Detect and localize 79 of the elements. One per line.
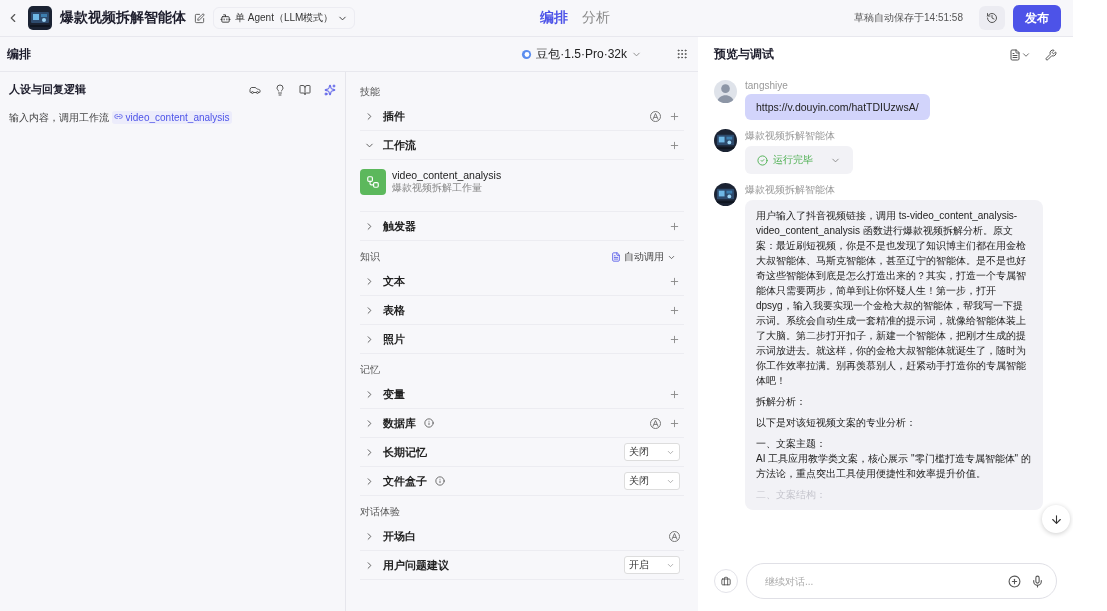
user-avatar	[714, 80, 737, 103]
add-icon[interactable]	[669, 304, 680, 316]
preview-title: 预览与调试	[714, 46, 775, 63]
group-title: 对话体验	[360, 505, 400, 519]
row-label: 文件盒子	[383, 473, 427, 489]
sender-name: 爆款视频拆解智能体	[745, 129, 836, 143]
add-icon[interactable]	[669, 388, 680, 400]
add-icon[interactable]	[669, 220, 680, 232]
publish-button[interactable]: 发布	[1013, 4, 1061, 32]
add-icon[interactable]	[669, 333, 680, 345]
answer-paragraph: 拆解分析：	[756, 395, 807, 409]
info-icon[interactable]	[424, 418, 434, 428]
row-label: 长期记忆	[383, 444, 427, 460]
row-label: 文本	[383, 273, 405, 289]
group-title: 技能	[360, 85, 380, 99]
answer-paragraph: 一、文案主题：	[756, 437, 827, 451]
scroll-down-button[interactable]	[1042, 505, 1070, 533]
row-label: 用户问题建议	[383, 557, 449, 573]
briefcase-icon	[721, 575, 731, 587]
auto-call-dropdown[interactable]: 自动调用	[611, 250, 684, 264]
workflow-name[interactable]: video_content_analysis	[392, 169, 502, 181]
add-icon[interactable]	[669, 275, 680, 287]
answer-paragraph: AI 工具应用教学类文案，核心展示 "零门槛打造专属智能体" 的方法论，重点突出工具使用便捷性和效率提升价值。	[756, 452, 1032, 481]
persona-title: 人设与回复逻辑	[9, 82, 87, 97]
section-title: 编排	[7, 45, 32, 63]
workflow-icon	[360, 169, 386, 195]
row-label: 工作流	[383, 137, 416, 153]
user-message: https://v.douyin.com/hatTDIUzwsA/	[745, 94, 930, 120]
group-title: 记忆	[360, 363, 380, 377]
arrow-down-icon	[1049, 512, 1063, 526]
sender-name: tangshiye	[745, 80, 789, 91]
tab[interactable]: 编排	[539, 9, 568, 27]
grid-icon[interactable]	[676, 48, 688, 60]
answer-paragraph: 用户输入了抖音视频链接，调用 ts-video_content_analysis-video_content_analysis 函数进行爆款视频拆解分析。原文案：最近刷短视频，你是不是也发现了知识博主们都在用金枪大叔智能体、马斯克智能体，甚至辽宁的智能体。是不是也好奇这些智能体到底是怎么打造出来的？其实，打造一个专属智能体只需要两步，简单到让你怀疑人生！第一步，打开 dpsyg，输入我要实现一个金枪大叔的智能体，帮我写一下提示词。系统会自动生成一套精准的提示词，就像给智能体装上了大脑。第二步打开扣子，新建一个智能体，把刚才生成的提示词放进去。就这样，你的金枪大叔智能体就诞生了，随时为你工作效率拉满。别再羡慕别人，赶紧动手打造你的专属智能体吧！	[756, 209, 1027, 388]
chat-input[interactable]: 继续对话...	[763, 574, 998, 588]
sparkle-icon[interactable]	[324, 83, 336, 96]
link-icon	[113, 112, 123, 121]
document-dropdown-icon[interactable]	[1009, 48, 1031, 61]
book-icon[interactable]	[299, 83, 311, 96]
autosave-status: 草稿自动保存于14:51:58	[854, 11, 963, 25]
sender-name: 爆款视频拆解智能体	[745, 183, 836, 197]
add-icon[interactable]	[669, 110, 680, 122]
history-icon	[986, 12, 998, 24]
document-icon	[611, 252, 621, 262]
auto-icon[interactable]	[650, 110, 661, 122]
check-circle-icon	[757, 154, 768, 166]
row-label: 数据库	[383, 415, 416, 431]
edit-icon[interactable]	[194, 12, 205, 24]
workflow-description: 爆款视频拆解工作量	[392, 181, 483, 195]
add-icon[interactable]	[669, 417, 680, 429]
row-label: 表格	[383, 302, 405, 318]
answer-paragraph: 以下是对该短视频文案的专业分析：	[756, 416, 917, 430]
info-icon[interactable]	[435, 476, 445, 486]
row-label: 触发器	[383, 218, 416, 234]
model-selector[interactable]: 豆包·1.5·Pro·32k	[515, 44, 648, 64]
bot-icon	[220, 12, 231, 24]
add-icon[interactable]	[669, 139, 680, 151]
auto-icon[interactable]	[650, 417, 661, 429]
row-label: 开场白	[383, 528, 416, 544]
model-logo-icon	[521, 48, 533, 60]
microphone-icon[interactable]	[1031, 574, 1044, 588]
select-dropdown[interactable]: 开启	[624, 556, 680, 574]
wrench-icon[interactable]	[1045, 48, 1057, 61]
history-button[interactable]	[979, 6, 1005, 30]
group-title: 知识	[360, 250, 380, 264]
select-dropdown[interactable]: 关闭	[624, 472, 680, 490]
prompt-text: 输入内容，调用工作流 video_content_analysis	[9, 111, 233, 125]
select-dropdown[interactable]: 关闭	[624, 443, 680, 461]
row-label: 变量	[383, 386, 405, 402]
auto-icon[interactable]	[669, 530, 680, 542]
workflow-reference[interactable]: video_content_analysis	[111, 111, 232, 124]
add-circle-icon[interactable]	[1008, 574, 1021, 588]
lightbulb-icon[interactable]	[274, 83, 286, 96]
tab[interactable]: 分析	[581, 9, 610, 27]
agent-title: 爆款视频拆解智能体	[60, 9, 186, 27]
briefcase-button[interactable]	[714, 569, 738, 593]
agent-mode-dropdown[interactable]: 单 Agent（LLM模式）	[213, 7, 356, 29]
row-label: 插件	[383, 108, 405, 124]
row-label: 照片	[383, 331, 405, 347]
